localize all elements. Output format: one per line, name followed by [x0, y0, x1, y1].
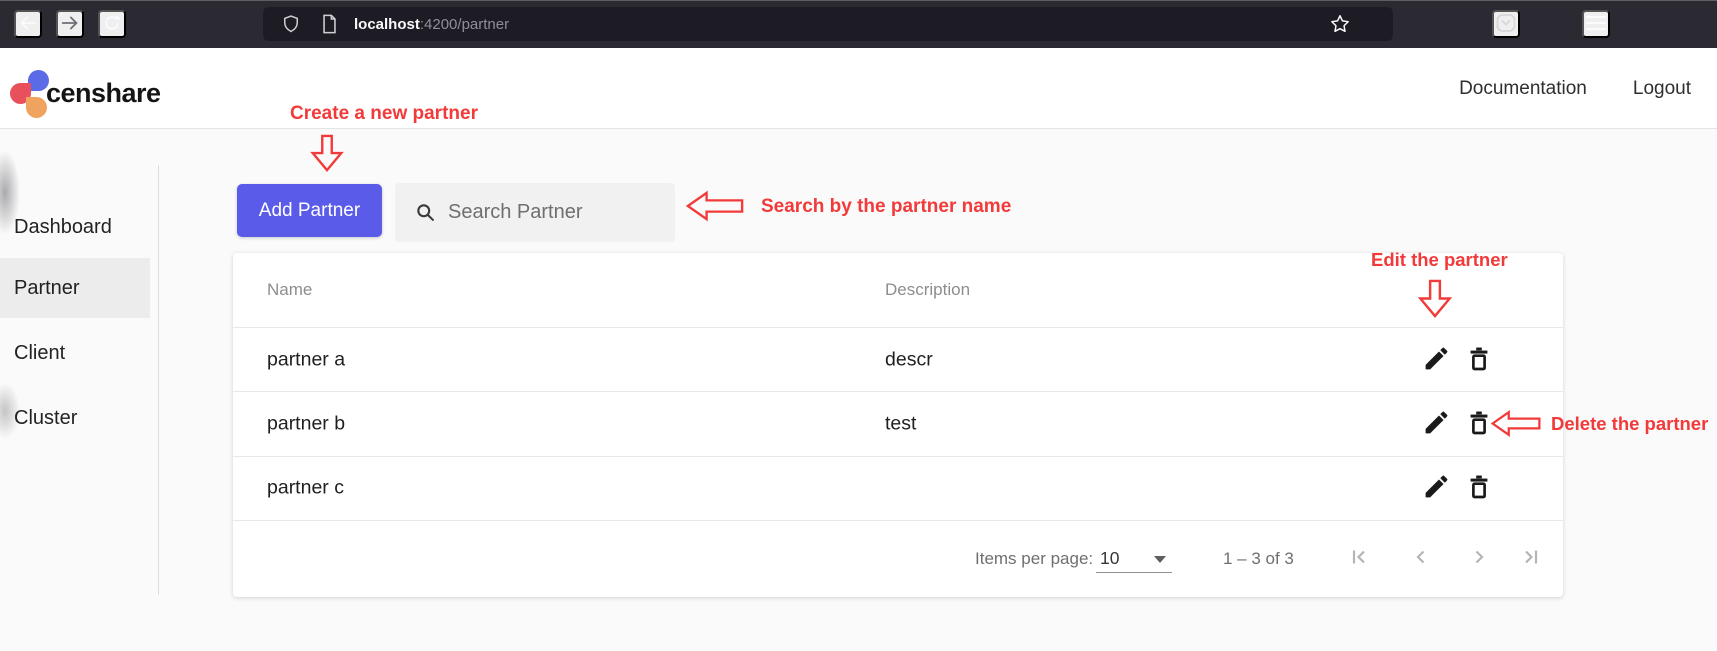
delete-trash-icon: [1465, 408, 1493, 440]
sidebar-item-cluster[interactable]: Cluster: [0, 388, 150, 448]
documentation-link[interactable]: Documentation: [1459, 78, 1587, 100]
sidebar-item-client[interactable]: Client: [0, 323, 150, 383]
search-icon: [415, 202, 436, 223]
pocket-button[interactable]: [1492, 10, 1520, 38]
sidebar-divider: [158, 165, 159, 595]
previous-page-button[interactable]: [1407, 545, 1435, 573]
arrow-left-icon: [1491, 407, 1541, 445]
column-header-name: Name: [267, 280, 312, 300]
paginator: Items per page: 10 1 – 3 of 3: [233, 521, 1563, 597]
arrow-down-icon: [309, 134, 345, 177]
pocket-icon: [1494, 11, 1518, 38]
table-row: partner a descr: [233, 328, 1563, 392]
partner-name: partner c: [267, 477, 344, 500]
edit-pencil-icon: [1422, 408, 1451, 440]
sidebar-item-label: Cluster: [14, 407, 77, 429]
next-page-icon: [1467, 545, 1491, 572]
annotation-edit-partner: Edit the partner: [1371, 249, 1508, 271]
delete-trash-icon: [1465, 472, 1493, 504]
delete-partner-button[interactable]: [1464, 473, 1494, 503]
last-page-button[interactable]: [1517, 545, 1545, 573]
censhare-logo: censhare: [10, 70, 250, 120]
partner-name: partner b: [267, 412, 345, 435]
delete-partner-button[interactable]: [1464, 409, 1494, 439]
column-header-description: Description: [885, 280, 970, 300]
arrow-left-icon: [686, 189, 744, 228]
forward-arrow-icon: [59, 12, 81, 37]
logo-petal-orange: [26, 97, 47, 118]
page-size-value: 10: [1100, 548, 1119, 569]
page-icon[interactable]: [321, 14, 338, 34]
first-page-icon: [1347, 545, 1371, 572]
reload-button[interactable]: [98, 10, 126, 38]
page-range-label: 1 – 3 of 3: [1223, 549, 1294, 569]
reload-icon: [102, 13, 122, 36]
row-actions: [1421, 345, 1494, 375]
annotation-delete-partner: Delete the partner: [1551, 413, 1708, 435]
table-row: partner c: [233, 457, 1563, 521]
arrow-down-icon: [1418, 279, 1452, 323]
forward-button[interactable]: [56, 10, 84, 38]
edit-partner-button[interactable]: [1421, 473, 1451, 503]
delete-partner-button[interactable]: [1464, 345, 1494, 375]
menu-icon: [1584, 12, 1608, 37]
page-size-select[interactable]: 10: [1096, 545, 1172, 573]
annotation-search-partner: Search by the partner name: [761, 196, 1011, 218]
row-actions: [1421, 473, 1494, 503]
annotation-create-partner: Create a new partner: [290, 103, 478, 125]
url-bar[interactable]: localhost:4200/partner: [263, 7, 1393, 41]
sidebar-item-label: Partner: [14, 277, 80, 299]
partner-name: partner a: [267, 348, 345, 371]
add-partner-button[interactable]: Add Partner: [237, 184, 382, 237]
sidebar-item-label: Client: [14, 342, 65, 364]
url-host: localhost: [354, 16, 420, 33]
edit-pencil-icon: [1422, 472, 1451, 504]
url-text: localhost:4200/partner: [354, 16, 509, 33]
sidebar-item-partner[interactable]: Partner: [0, 258, 150, 318]
last-page-icon: [1519, 545, 1543, 572]
menu-button[interactable]: [1582, 10, 1610, 38]
search-field[interactable]: [395, 183, 675, 242]
url-path: :4200/partner: [420, 16, 509, 33]
delete-trash-icon: [1465, 344, 1493, 376]
table-header-row: Name Description: [233, 253, 1563, 328]
search-input[interactable]: [446, 200, 715, 225]
partner-description: test: [885, 412, 916, 435]
header-nav: Documentation Logout: [1459, 48, 1691, 129]
sidebar-item-label: Dashboard: [14, 216, 112, 238]
brand-wordmark: censhare: [46, 78, 161, 109]
bookmark-star-button[interactable]: [1329, 13, 1351, 35]
shield-icon[interactable]: [281, 14, 301, 34]
app-header: censhare Documentation Logout: [0, 48, 1717, 129]
edit-pencil-icon: [1422, 344, 1451, 376]
dropdown-arrow-icon: [1154, 556, 1166, 563]
edit-partner-button[interactable]: [1421, 409, 1451, 439]
table-row: partner b test: [233, 392, 1563, 456]
row-actions: [1421, 409, 1494, 439]
back-arrow-icon: [17, 12, 39, 37]
partner-table-card: Name Description partner a descr partner…: [233, 253, 1563, 597]
edit-partner-button[interactable]: [1421, 345, 1451, 375]
first-page-button[interactable]: [1345, 545, 1373, 573]
previous-page-icon: [1409, 545, 1433, 572]
browser-toolbar: localhost:4200/partner: [0, 0, 1717, 48]
screen: localhost:4200/partner censhare Document…: [0, 0, 1717, 651]
next-page-button[interactable]: [1465, 545, 1493, 573]
logout-link[interactable]: Logout: [1633, 78, 1691, 100]
items-per-page-label: Items per page:: [975, 549, 1093, 569]
partner-description: descr: [885, 348, 933, 371]
sidebar-item-dashboard[interactable]: Dashboard: [0, 197, 150, 257]
back-button[interactable]: [14, 10, 42, 38]
